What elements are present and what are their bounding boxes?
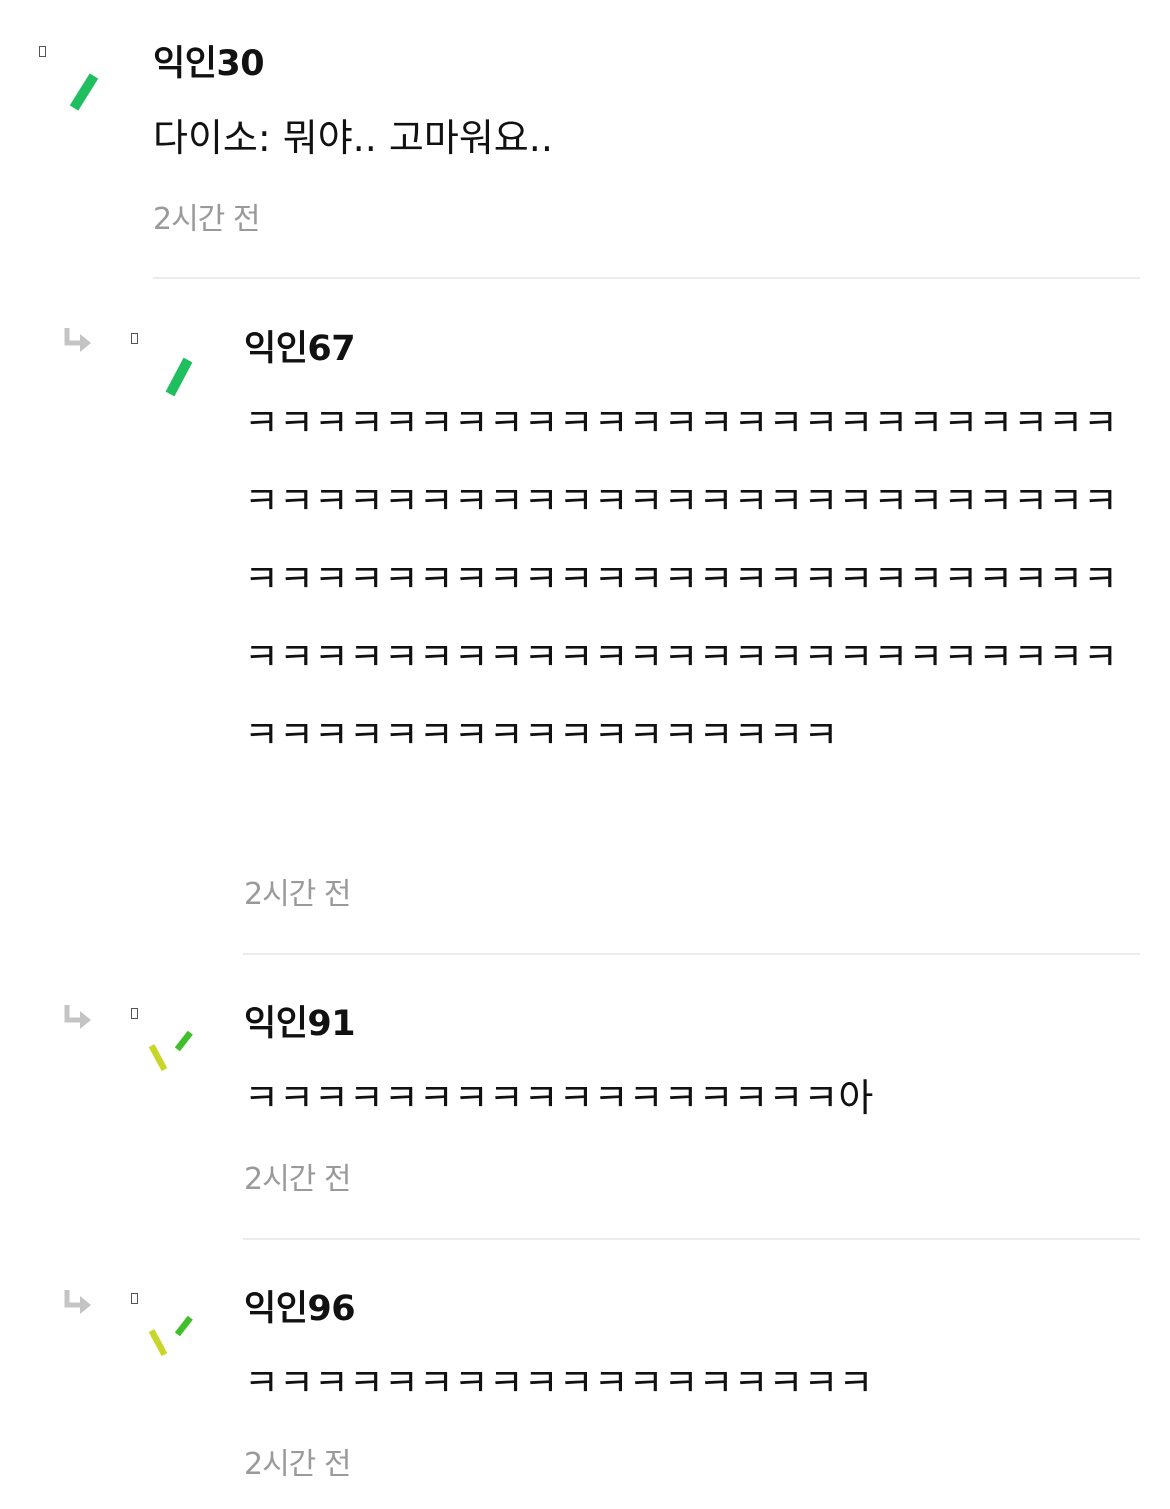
reply-item: 익인96 ㅋㅋㅋㅋㅋㅋㅋㅋㅋㅋㅋㅋㅋㅋㅋㅋㅋㅋ 2시간 전 xyxy=(0,1242,1170,1509)
reply-arrow-icon xyxy=(64,328,91,352)
avatar xyxy=(165,357,193,397)
comment-item: 익인30 다이소: 뭐야.. 고마워요.. 2시간 전 xyxy=(0,0,1170,280)
double-stroke-icon-second xyxy=(174,1030,193,1052)
reply-item: 익인91 ㅋㅋㅋㅋㅋㅋㅋㅋㅋㅋㅋㅋㅋㅋㅋㅋㅋ아 2시간 전 xyxy=(0,957,1170,1242)
reply-item: 익인67 ㅋㅋㅋㅋㅋㅋㅋㅋㅋㅋㅋㅋㅋㅋㅋㅋㅋㅋㅋㅋㅋㅋㅋㅋㅋㅋㅋㅋㅋㅋㅋㅋㅋㅋㅋ… xyxy=(0,280,1170,957)
reply-nickname: 익인91 xyxy=(244,1004,356,1044)
comment-timestamp: 2시간 전 xyxy=(153,202,260,237)
reply-timestamp: 2시간 전 xyxy=(244,1162,351,1197)
single-green-stroke-icon xyxy=(165,357,193,397)
double-stroke-icon-second xyxy=(174,1315,193,1337)
checkbox-icon[interactable] xyxy=(131,1008,138,1019)
reply-content: ㅋㅋㅋㅋㅋㅋㅋㅋㅋㅋㅋㅋㅋㅋㅋㅋㅋ아 xyxy=(244,1076,874,1120)
checkbox-icon[interactable] xyxy=(131,333,138,344)
avatar xyxy=(69,73,99,111)
reply-content: ㅋㅋㅋㅋㅋㅋㅋㅋㅋㅋㅋㅋㅋㅋㅋㅋㅋㅋㅋㅋㅋㅋㅋㅋㅋㅋㅋㅋㅋㅋㅋㅋㅋㅋㅋㅋㅋㅋㅋㅋ… xyxy=(244,401,1119,757)
comment-nickname: 익인30 xyxy=(153,44,265,84)
reply-timestamp: 2시간 전 xyxy=(244,1447,351,1482)
reply-divider xyxy=(243,953,1140,955)
reply-nickname: 익인96 xyxy=(244,1289,356,1329)
checkbox-icon[interactable] xyxy=(39,46,46,57)
reply-divider xyxy=(243,1238,1140,1240)
reply-arrow-icon xyxy=(64,1005,91,1029)
double-stroke-icon xyxy=(148,1044,168,1072)
single-green-stroke-icon xyxy=(69,73,99,111)
double-stroke-icon xyxy=(148,1329,168,1357)
comment-content: 다이소: 뭐야.. 고마워요.. xyxy=(153,116,553,160)
reply-content: ㅋㅋㅋㅋㅋㅋㅋㅋㅋㅋㅋㅋㅋㅋㅋㅋㅋㅋ xyxy=(244,1361,874,1405)
avatar xyxy=(148,1315,193,1357)
comment-divider xyxy=(153,277,1140,279)
reply-arrow-icon xyxy=(64,1290,91,1314)
avatar xyxy=(148,1030,193,1072)
checkbox-icon[interactable] xyxy=(131,1293,138,1304)
reply-nickname: 익인67 xyxy=(244,329,356,369)
reply-timestamp: 2시간 전 xyxy=(244,877,351,912)
